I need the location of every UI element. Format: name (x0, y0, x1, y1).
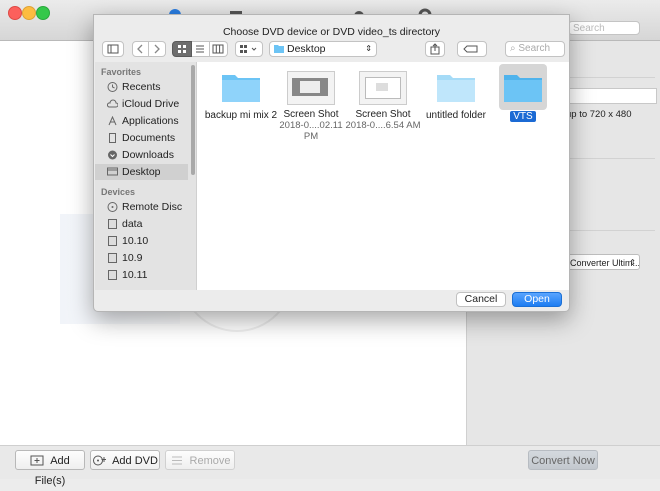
remove-button[interactable]: Remove (165, 450, 235, 470)
convert-now-label: Convert Now (531, 455, 595, 467)
location-label: Desktop (287, 43, 326, 55)
desktop-icon (107, 167, 118, 176)
add-dvd-label: Add DVD (112, 455, 158, 467)
group-icon (240, 45, 257, 53)
sidebar-item-documents[interactable]: Documents (95, 130, 188, 146)
group-by-button[interactable] (235, 41, 263, 57)
search-placeholder: Search (518, 43, 551, 54)
forward-button[interactable] (149, 41, 166, 57)
clock-icon (107, 82, 118, 92)
folder-icon (222, 75, 260, 102)
file-item-screen-shot-2[interactable]: Screen Shot 2018-0....6.54 AM (343, 71, 423, 131)
file-name: Screen Shot (355, 109, 411, 120)
sidebar-item-label: Downloads (122, 149, 174, 161)
convert-now-button[interactable]: Convert Now (528, 450, 598, 470)
drive-icon (108, 253, 117, 263)
column-view-icon (212, 44, 224, 54)
sidebar-toggle-icon (107, 44, 119, 54)
sidebar-item-10-10[interactable]: 10.10 (95, 233, 188, 249)
file-date: 2018-0....02.11 PM (279, 120, 343, 142)
add-dvd-icon (93, 455, 107, 466)
remove-icon (171, 456, 182, 465)
location-popup[interactable]: Desktop ⇕ (269, 41, 377, 57)
folder-icon (274, 45, 284, 53)
document-icon (109, 133, 116, 143)
file-date: 2018-0....6.54 AM (345, 120, 421, 131)
sidebar-toggle-button[interactable] (102, 41, 124, 57)
sidebar-item-label: Applications (122, 115, 179, 127)
sidebar-item-label: data (122, 218, 143, 230)
share-icon (430, 43, 440, 55)
minimize-window-button[interactable] (22, 6, 36, 20)
applications-icon (108, 116, 117, 126)
open-dialog: Choose DVD device or DVD video_ts direct… (93, 14, 570, 312)
file-name: backup mi mix 2 (204, 110, 278, 121)
cloud-icon (107, 99, 118, 108)
zoom-window-button[interactable] (36, 6, 50, 20)
sidebar-item-downloads[interactable]: Downloads (95, 147, 188, 163)
file-item-backup-mi-mix-2[interactable]: backup mi mix 2 (201, 71, 281, 121)
list-view-button[interactable] (192, 41, 210, 57)
devices-header: Devices (101, 187, 136, 197)
select-arrows-icon: ⇕ (629, 258, 636, 267)
sidebar-item-label: Desktop (122, 166, 161, 178)
chevron-left-icon (137, 44, 143, 54)
select-arrows-icon: ⇕ (365, 44, 372, 53)
sidebar-item-label: iCloud Drive (122, 98, 180, 110)
sidebar-item-recents[interactable]: Recents (95, 79, 188, 95)
output-format-select[interactable]: Converter Ultim... ⇕ (566, 254, 640, 270)
drive-icon (108, 270, 117, 280)
back-button[interactable] (132, 41, 149, 57)
dialog-title: Choose DVD device or DVD video_ts direct… (222, 26, 441, 38)
sidebar-item-10-9[interactable]: 10.9 (95, 250, 188, 266)
sidebar-item-label: Documents (122, 132, 176, 144)
open-button[interactable]: Open (512, 292, 562, 307)
add-files-button[interactable]: Add File(s) (15, 450, 85, 487)
add-file-icon (30, 455, 44, 466)
grid-view-icon (178, 45, 186, 53)
screenshot-thumbnail-icon (359, 71, 407, 105)
chevron-right-icon (154, 44, 160, 54)
sidebar-item-data[interactable]: data (95, 216, 188, 232)
sidebar-scrollbar[interactable] (191, 65, 195, 175)
list-view-icon (196, 45, 204, 53)
sidebar-item-label: Remote Disc (122, 201, 183, 213)
sidebar-item-icloud-drive[interactable]: iCloud Drive (95, 96, 188, 112)
file-name: VTS (510, 111, 536, 122)
drive-icon (108, 219, 117, 229)
disc-icon (107, 202, 118, 212)
sidebar-item-desktop[interactable]: Desktop (95, 164, 188, 180)
remove-label: Remove (189, 455, 231, 467)
download-icon (108, 150, 117, 160)
sidebar-item-label: 10.10 (122, 235, 149, 247)
sidebar-item-remote-disc[interactable]: Remote Disc (95, 199, 188, 215)
dialog-search-input[interactable]: ⌕ Search (505, 41, 565, 57)
folder-icon (437, 75, 475, 102)
add-dvd-button[interactable]: Add DVD (90, 450, 160, 470)
column-view-button[interactable] (210, 41, 228, 57)
sidebar-item-label: 10.9 (122, 252, 143, 264)
file-item-screen-shot-1[interactable]: Screen Shot 2018-0....02.11 PM (271, 71, 351, 142)
sidebar-item-10-11[interactable]: 10.11 (95, 267, 188, 283)
sidebar-item-applications[interactable]: Applications (95, 113, 188, 129)
close-window-button[interactable] (8, 6, 22, 20)
drive-icon (108, 236, 117, 246)
resolution-field[interactable] (555, 88, 657, 104)
file-item-vts[interactable]: VTS (483, 71, 563, 122)
favorites-header: Favorites (101, 67, 142, 77)
folder-icon (504, 75, 542, 102)
tag-icon (463, 45, 478, 53)
dialog-sidebar: Favorites Recents iCloud Drive Applicati… (95, 62, 197, 290)
file-browser: backup mi mix 2 Screen Shot 2018-0....02… (197, 62, 569, 290)
sidebar-item-label: 10.11 (122, 269, 148, 281)
resolution-text: up to 720 x 480 (566, 109, 632, 120)
app-search-input[interactable]: Search (568, 21, 640, 35)
screenshot-thumbnail-icon (287, 71, 335, 105)
cancel-button[interactable]: Cancel (456, 292, 506, 307)
share-button[interactable] (425, 41, 445, 57)
sidebar-item-label: Recents (122, 81, 161, 93)
file-name: Screen Shot (283, 109, 339, 120)
tag-button[interactable] (457, 41, 487, 57)
icon-view-button[interactable] (172, 41, 192, 57)
